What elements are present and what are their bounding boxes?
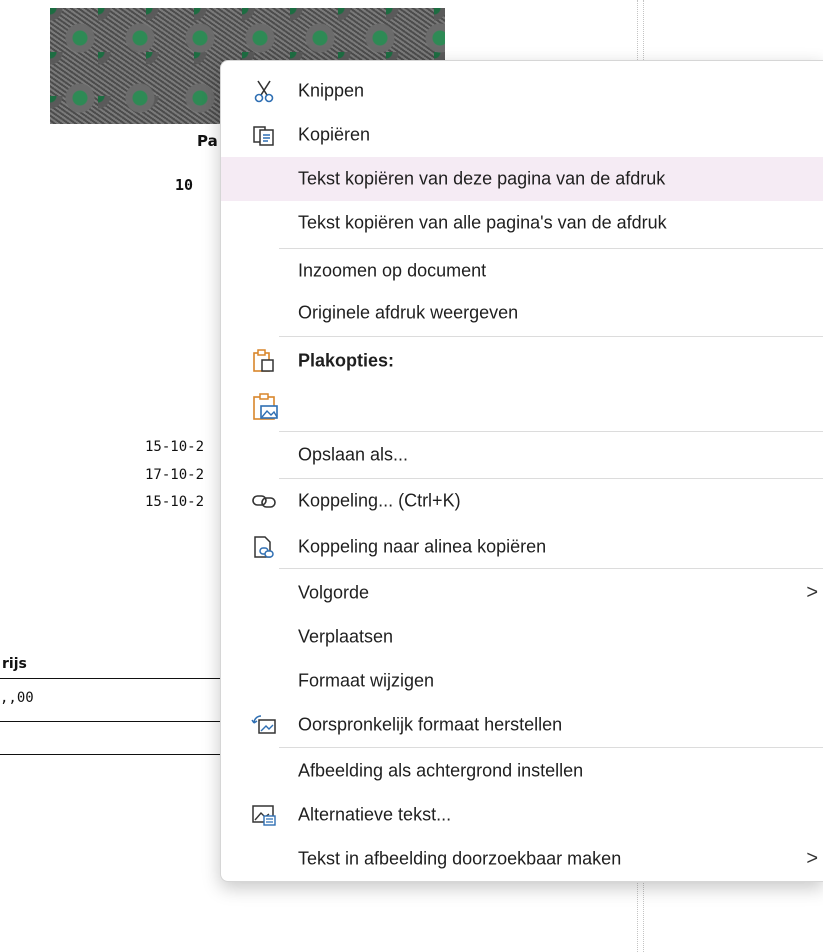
menu-item-set-as-background[interactable]: Afbeelding als achtergrond instellen <box>221 749 823 793</box>
menu-item-show-original[interactable]: Originele afdruk weergeven <box>221 291 823 335</box>
price-header: rijs <box>2 656 27 672</box>
menu-item-label: Originele afdruk weergeven <box>298 302 519 323</box>
menu-item-alt-text[interactable]: Alternatieve tekst... <box>221 793 823 837</box>
menu-item-label: Afbeelding als achtergrond instellen <box>298 760 584 781</box>
link-paragraph-icon <box>251 534 277 560</box>
menu-item-save-as[interactable]: Opslaan als... <box>221 433 823 477</box>
context-menu: Knippen Kopiëren Tekst kopiëren van deze… <box>220 60 823 882</box>
paste-as-picture-icon <box>251 392 281 422</box>
menu-item-label: Volgorde <box>298 582 370 603</box>
menu-section-label: Plakopties: <box>298 350 395 371</box>
menu-item-label: Alternatieve tekst... <box>298 804 452 825</box>
reset-size-icon <box>251 712 277 738</box>
menu-section-paste-options: Plakopties: <box>221 339 823 383</box>
menu-item-kopieren[interactable]: Kopiëren <box>221 113 823 157</box>
menu-item-label: Inzoomen op document <box>298 260 487 281</box>
copy-icon <box>251 122 277 148</box>
price-value: ,,00 <box>0 690 34 706</box>
clipboard-icon <box>251 348 277 374</box>
link-icon <box>251 488 277 514</box>
menu-item-label: Oorspronkelijk formaat herstellen <box>298 714 563 735</box>
menu-item-knippen[interactable]: Knippen <box>221 69 823 113</box>
date-text: 15-10-2 <box>145 494 205 510</box>
menu-item-copy-paragraph-link[interactable]: Koppeling naar alinea kopiëren <box>221 525 823 569</box>
date-text: 17-10-2 <box>145 467 205 483</box>
menu-item-order[interactable]: Volgorde > <box>221 571 823 615</box>
table-rule <box>0 721 225 722</box>
menu-item-label: Tekst kopiëren van alle pagina's van de … <box>298 212 667 233</box>
menu-item-label: Koppeling... (Ctrl+K) <box>298 490 461 511</box>
menu-item-label: Formaat wijzigen <box>298 670 435 691</box>
menu-item-label: Tekst in afbeelding doorzoekbaar maken <box>298 848 622 869</box>
menu-item-link[interactable]: Koppeling... (Ctrl+K) <box>221 479 823 523</box>
menu-item-resize[interactable]: Formaat wijzigen <box>221 659 823 703</box>
menu-item-label: Kopiëren <box>298 124 371 145</box>
submenu-arrow-icon: > <box>806 847 818 870</box>
menu-item-label: Opslaan als... <box>298 444 409 465</box>
menu-item-copy-text-all-pages[interactable]: Tekst kopiëren van alle pagina's van de … <box>221 201 823 245</box>
menu-item-label: Verplaatsen <box>298 626 394 647</box>
menu-separator <box>279 431 823 432</box>
menu-item-zoom-document[interactable]: Inzoomen op document <box>221 249 823 293</box>
menu-item-move[interactable]: Verplaatsen <box>221 615 823 659</box>
menu-item-label: Knippen <box>298 80 365 101</box>
menu-separator <box>279 336 823 337</box>
table-rule <box>0 754 225 755</box>
document-number: 10 <box>175 176 194 194</box>
menu-item-paste-as-picture[interactable] <box>221 385 823 429</box>
menu-separator <box>279 568 823 569</box>
menu-item-copy-text-this-page[interactable]: Tekst kopiëren van deze pagina van de af… <box>221 157 823 201</box>
image-caption: Pa <box>197 132 218 150</box>
menu-item-label: Koppeling naar alinea kopiëren <box>298 536 547 557</box>
menu-separator <box>279 747 823 748</box>
menu-item-label: Tekst kopiëren van deze pagina van de af… <box>298 168 666 189</box>
menu-item-reset-size[interactable]: Oorspronkelijk formaat herstellen <box>221 703 823 747</box>
alt-text-icon <box>251 802 277 828</box>
table-rule <box>0 678 225 679</box>
scissors-icon <box>251 78 277 104</box>
date-text: 15-10-2 <box>145 439 205 455</box>
menu-item-searchable-text[interactable]: Tekst in afbeelding doorzoekbaar maken > <box>221 837 823 881</box>
submenu-arrow-icon: > <box>806 581 818 604</box>
